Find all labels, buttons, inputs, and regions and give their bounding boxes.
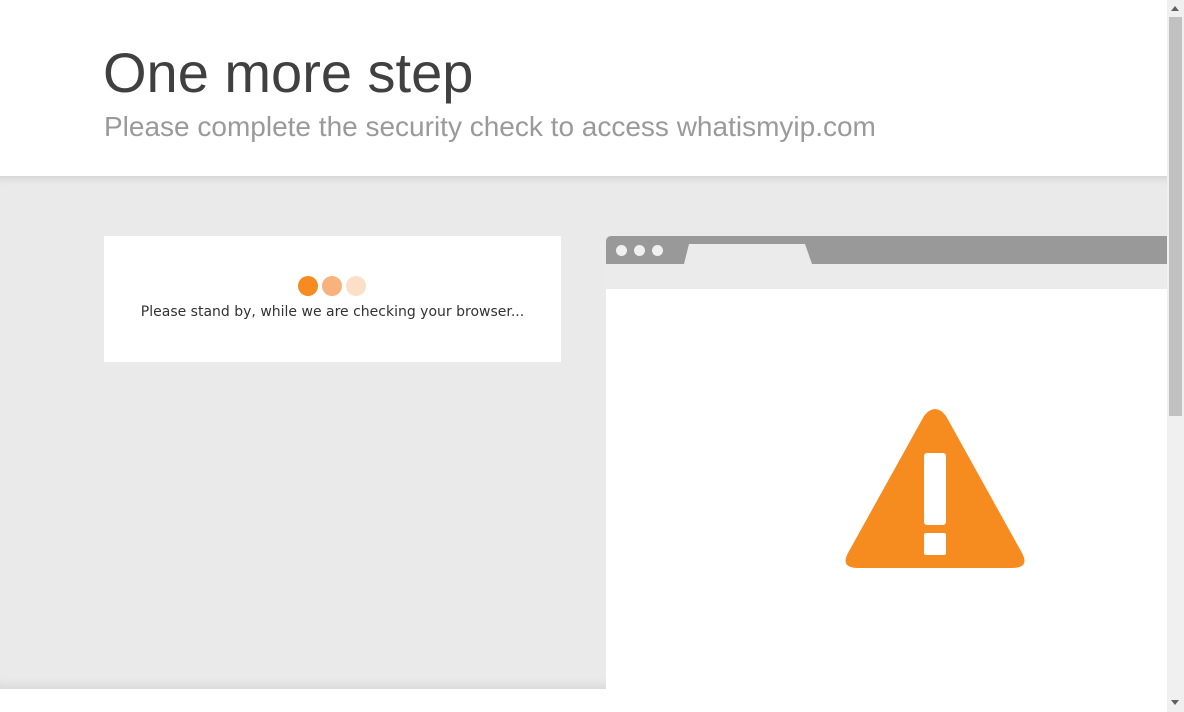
page-title: One more step: [103, 41, 474, 104]
scrollbar-thumb[interactable]: [1169, 17, 1182, 416]
status-card: [104, 236, 561, 362]
loading-dot-icon: [322, 276, 342, 296]
window-dot-icon: [652, 245, 663, 256]
browser-illustration-toolbar: [606, 264, 1167, 289]
page-subtitle: Please complete the security check to ac…: [104, 111, 876, 142]
browser-illustration-tab: [684, 244, 812, 264]
scroll-up-arrow-icon[interactable]: [1171, 6, 1179, 11]
warning-triangle-icon: [845, 409, 1025, 568]
status-message: Please stand by, while we are checking y…: [140, 304, 525, 320]
loading-dot-icon: [346, 276, 366, 296]
page-header: One more step Please complete the securi…: [0, 0, 1167, 176]
window-dot-icon: [616, 245, 627, 256]
window-dot-icon: [634, 245, 645, 256]
loading-dot-icon: [298, 276, 318, 296]
scroll-down-arrow-icon[interactable]: [1171, 700, 1179, 705]
